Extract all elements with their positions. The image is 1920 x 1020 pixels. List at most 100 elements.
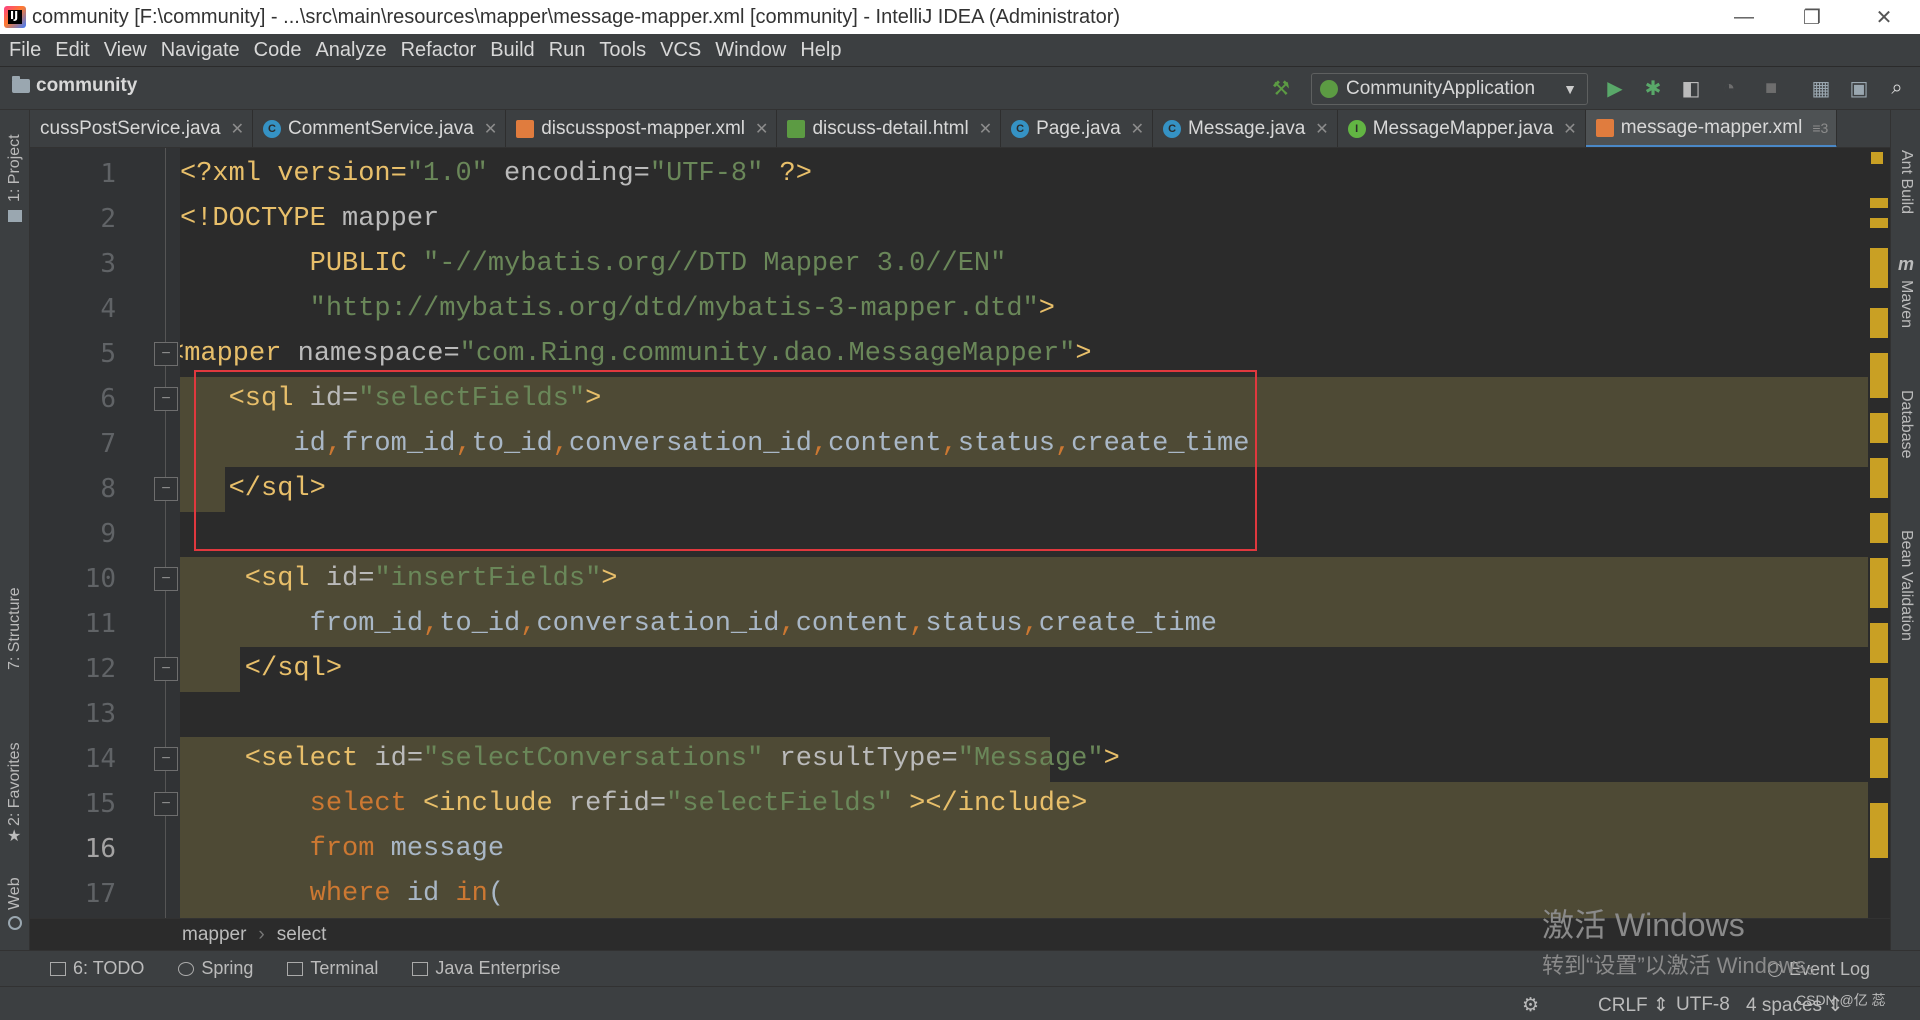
xml-icon: [516, 120, 535, 138]
tab-discusspost-mapper[interactable]: discusspost-mapper.xml ✕: [506, 110, 778, 147]
fold-collapse-icon[interactable]: −: [154, 747, 178, 771]
tab-label: discusspost-mapper.xml: [541, 118, 746, 139]
line-number: 4: [100, 294, 116, 324]
tool-structure[interactable]: 7: Structure: [6, 587, 24, 670]
tool-favorites[interactable]: 2: Favorites: [6, 742, 24, 826]
tab-message-mapper[interactable]: message-mapper.xml ≡3: [1585, 110, 1838, 147]
restore-button[interactable]: ❐: [1784, 0, 1840, 34]
tool-spring[interactable]: Spring: [178, 958, 253, 979]
tab-commentservice[interactable]: C CommentService.java ✕: [253, 110, 507, 147]
line-number: 14: [84, 744, 116, 774]
tab-page[interactable]: C Page.java ✕: [1001, 110, 1154, 147]
git-icon[interactable]: ⚙: [1522, 994, 1539, 1017]
build-hammer-icon[interactable]: ⚒: [1268, 75, 1294, 101]
xml-icon: [1595, 118, 1614, 137]
close-button[interactable]: ✕: [1856, 0, 1912, 34]
menu-bar: File Edit View Navigate Code Analyze Ref…: [0, 34, 1920, 66]
menu-vcs[interactable]: VCS: [655, 39, 710, 62]
tool-database[interactable]: Database: [1897, 390, 1915, 459]
tab-label: message-mapper.xml: [1620, 116, 1803, 138]
menu-edit[interactable]: Edit: [50, 39, 98, 62]
code-line-14: <select id="selectConversations" resultT…: [180, 744, 1120, 774]
line-number: 2: [100, 204, 116, 234]
line-number: 5: [100, 339, 116, 369]
tab-label: cussPostService.java: [40, 118, 221, 139]
project-name: community: [36, 75, 138, 96]
run-icon[interactable]: ▶: [1602, 75, 1628, 101]
menu-file[interactable]: File: [4, 39, 50, 62]
line-number-current: 16: [84, 834, 116, 864]
tool-maven[interactable]: Maven: [1897, 280, 1915, 328]
annotation-highlight-box: [194, 370, 1257, 551]
tool-bean-validation[interactable]: Bean Validation: [1897, 530, 1915, 641]
debug-icon[interactable]: ✱: [1640, 75, 1666, 101]
close-icon[interactable]: ✕: [1563, 119, 1576, 139]
tool-label: Java Enterprise: [435, 958, 561, 978]
code-line-4: "http://mybatis.org/dtd/mybatis-3-mapper…: [309, 294, 1055, 324]
tool-terminal[interactable]: Terminal: [287, 958, 378, 979]
title-bar: IJ community [F:\community] - ...\src\ma…: [0, 0, 1920, 34]
close-icon[interactable]: ✕: [484, 119, 497, 139]
menu-build[interactable]: Build: [485, 39, 543, 62]
menu-code[interactable]: Code: [249, 39, 311, 62]
tool-label: Spring: [201, 958, 254, 978]
line-number: 6: [100, 384, 116, 414]
line-separator[interactable]: CRLF ⇕: [1598, 994, 1669, 1017]
code-line-12: </sql>: [180, 654, 343, 684]
stripe-mark: [1870, 458, 1888, 498]
close-icon[interactable]: ✕: [755, 119, 768, 139]
menu-navigate[interactable]: Navigate: [156, 39, 249, 62]
fold-collapse-icon[interactable]: −: [154, 792, 178, 816]
menu-tools[interactable]: Tools: [594, 39, 655, 62]
project-structure-icon[interactable]: ▦: [1808, 75, 1834, 101]
tab-discuss-detail[interactable]: discuss-detail.html ✕: [777, 110, 1002, 147]
star-icon: ★: [7, 828, 22, 845]
tool-web[interactable]: Web: [6, 877, 24, 910]
menu-refactor[interactable]: Refactor: [396, 39, 486, 62]
project-folder-icon: [8, 210, 22, 222]
close-icon[interactable]: ✕: [979, 119, 992, 139]
project-breadcrumb[interactable]: community: [12, 75, 137, 97]
terminal-icon: [287, 961, 304, 976]
minimize-button[interactable]: —: [1716, 0, 1772, 34]
todo-icon: [50, 961, 66, 976]
code-line-3: PUBLIC "-//mybatis.org//DTD Mapper 3.0//…: [180, 249, 1007, 279]
fold-end-icon[interactable]: −: [154, 477, 178, 501]
tab-discusspostservice[interactable]: cussPostService.java ✕: [30, 110, 253, 147]
line-number: 10: [84, 564, 116, 594]
fold-collapse-icon[interactable]: −: [154, 342, 178, 366]
fold-end-icon[interactable]: −: [154, 657, 178, 681]
coverage-icon[interactable]: ◧: [1678, 75, 1704, 101]
tab-messagemapper[interactable]: I MessageMapper.java ✕: [1338, 110, 1586, 147]
tool-todo[interactable]: 6: TODO: [50, 958, 144, 979]
close-icon[interactable]: ✕: [1315, 119, 1328, 139]
fold-collapse-icon[interactable]: −: [154, 387, 178, 411]
breadcrumb-select[interactable]: select: [277, 924, 327, 946]
tool-java-enterprise[interactable]: Java Enterprise: [412, 958, 560, 979]
tab-message[interactable]: C Message.java ✕: [1153, 110, 1338, 147]
stripe-mark: [1870, 353, 1888, 398]
tab-label: MessageMapper.java: [1372, 118, 1554, 139]
menu-help[interactable]: Help: [795, 39, 850, 62]
menu-analyze[interactable]: Analyze: [310, 39, 395, 62]
tab-label: Page.java: [1036, 118, 1121, 139]
close-icon[interactable]: ✕: [1131, 119, 1144, 139]
menu-run[interactable]: Run: [544, 39, 595, 62]
tab-overflow-icon[interactable]: ≡3: [1812, 120, 1828, 136]
error-stripe[interactable]: [1868, 148, 1890, 918]
menu-view[interactable]: View: [99, 39, 156, 62]
profile-icon[interactable]: ◔: [1716, 75, 1742, 101]
code-line-15: select <include refid="selectFields" ></…: [309, 789, 1088, 819]
run-configuration-select[interactable]: CommunityApplication ▼: [1311, 73, 1588, 105]
tool-ant-build[interactable]: Ant Build: [1897, 150, 1915, 214]
breadcrumb-mapper[interactable]: mapper: [182, 924, 246, 946]
terminal-window-icon[interactable]: ▣: [1846, 75, 1872, 101]
search-icon[interactable]: ⌕: [1884, 75, 1910, 101]
menu-window[interactable]: Window: [710, 39, 795, 62]
stop-icon[interactable]: ■: [1758, 75, 1784, 101]
file-encoding[interactable]: UTF-8: [1676, 994, 1730, 1016]
fold-collapse-icon[interactable]: −: [154, 567, 178, 591]
close-icon[interactable]: ✕: [231, 119, 244, 139]
tool-project[interactable]: 1: Project: [6, 134, 24, 202]
stripe-mark: [1870, 623, 1888, 663]
